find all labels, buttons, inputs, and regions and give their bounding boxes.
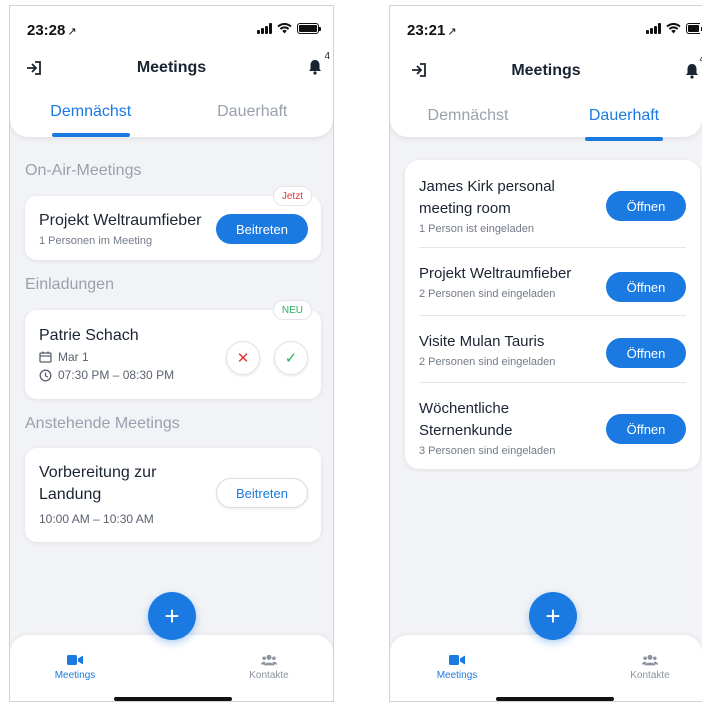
- contacts-icon: [261, 654, 277, 666]
- open-button[interactable]: Öffnen: [606, 191, 686, 221]
- meeting-title: Projekt Weltraumfieber: [39, 212, 202, 229]
- nav-meetings-label: Meetings: [54, 670, 96, 681]
- header-card: 23:21↗ Meetings 4 Demnächst Dauerhaft: [390, 6, 702, 137]
- permanent-rooms-list: James Kirk personal meeting room 1 Perso…: [405, 160, 700, 469]
- nav-contacts[interactable]: Kontakte: [229, 653, 309, 681]
- video-camera-icon: [67, 655, 83, 665]
- signal-icon: [646, 23, 661, 34]
- add-meeting-button[interactable]: +: [529, 592, 577, 640]
- nav-meetings-label: Meetings: [436, 670, 478, 681]
- header-card: 23:28 ↗ Meetings 4 Demnächst Dauerhaft: [10, 6, 333, 137]
- room-item[interactable]: Projekt Weltraumfieber 2 Personen sind e…: [419, 263, 686, 308]
- meeting-participants: 1 Personen im Meeting: [39, 235, 153, 247]
- new-badge: NEU: [272, 300, 312, 320]
- bottom-navigation: + Meetings Kontakte: [390, 592, 702, 701]
- location-arrow-icon: ↗: [67, 26, 77, 38]
- accept-button[interactable]: ✓: [274, 341, 308, 375]
- room-invited-count: 1 Person ist eingeladen: [419, 223, 534, 235]
- invitation-time: 07:30 PM – 08:30 PM: [58, 368, 175, 382]
- divider: [419, 315, 686, 316]
- wifi-icon: [277, 23, 292, 34]
- time-text: 23:21: [407, 22, 446, 39]
- bell-icon[interactable]: [307, 59, 323, 75]
- room-item[interactable]: James Kirk personal meeting room 1 Perso…: [419, 176, 686, 236]
- section-title-invitations: Einladungen: [25, 276, 114, 293]
- decline-button[interactable]: ✕: [226, 341, 260, 375]
- status-bar-time: 23:21 ↗: [407, 22, 457, 39]
- calendar-icon: [39, 351, 52, 363]
- section-title-on-air: On-Air-Meetings: [25, 162, 142, 179]
- add-meeting-button[interactable]: +: [148, 592, 196, 640]
- on-air-meeting-card[interactable]: Jetzt Projekt Weltraumfieber 1 Personen …: [25, 186, 321, 260]
- open-button[interactable]: Öffnen: [606, 272, 686, 302]
- bottom-navigation: + Meetings Kontakte: [10, 592, 333, 701]
- invitation-time-row: 07:30 PM – 08:30 PM: [39, 368, 174, 382]
- status-bar-time: 23:28 ↗: [27, 22, 77, 39]
- upcoming-title-line1: Vorbereitung zur: [39, 464, 157, 481]
- invitation-title: Patrie Schach: [39, 327, 139, 344]
- upcoming-meeting-card[interactable]: Vorbereitung zur Landung 10:00 AM – 10:3…: [25, 448, 321, 542]
- page-title: Meetings: [511, 62, 581, 79]
- tab-demnaechst[interactable]: Demnächst: [390, 107, 546, 141]
- notification-count: 4: [324, 51, 330, 62]
- join-button-outline[interactable]: Beitreten: [216, 478, 308, 508]
- contacts-icon: [642, 654, 658, 666]
- nav-meetings[interactable]: Meetings: [35, 653, 115, 681]
- tab-dauerhaft[interactable]: Dauerhaft: [546, 107, 702, 141]
- open-button[interactable]: Öffnen: [606, 338, 686, 368]
- battery-icon: [297, 23, 321, 34]
- divider: [419, 382, 686, 383]
- invitation-date: Mar 1: [58, 350, 89, 364]
- status-icons: [646, 23, 702, 34]
- nav-contacts-label: Kontakte: [249, 670, 289, 681]
- bell-icon[interactable]: [684, 63, 700, 79]
- tab-bar: Demnächst Dauerhaft: [10, 103, 333, 137]
- now-badge: Jetzt: [272, 186, 312, 206]
- home-indicator: [114, 697, 232, 701]
- upcoming-title-line2: Landung: [39, 486, 102, 503]
- room-item[interactable]: Wöchentliche Sternenkunde 3 Personen sin…: [419, 398, 686, 460]
- phone-screen-upcoming: 23:28 ↗ Meetings 4 Demnächst Dauerhaft On…: [9, 5, 334, 702]
- battery-icon: [686, 23, 702, 34]
- tab-bar: Demnächst Dauerhaft: [390, 107, 702, 141]
- tab-dauerhaft[interactable]: Dauerhaft: [172, 103, 334, 137]
- room-item[interactable]: Visite Mulan Tauris 2 Personen sind eing…: [419, 331, 686, 376]
- divider: [419, 247, 686, 248]
- nav-meetings[interactable]: Meetings: [417, 653, 497, 681]
- open-button[interactable]: Öffnen: [606, 414, 686, 444]
- home-indicator: [496, 697, 614, 701]
- status-icons: [257, 23, 321, 34]
- time-text: 23:28: [27, 22, 66, 39]
- invitation-date-row: Mar 1: [39, 350, 174, 364]
- phone-screen-permanent: 23:21↗ Meetings 4 Demnächst Dauerhaft Ja…: [389, 5, 702, 702]
- section-title-upcoming: Anstehende Meetings: [25, 415, 180, 432]
- nav-contacts[interactable]: Kontakte: [610, 653, 690, 681]
- page-title: Meetings: [136, 59, 207, 76]
- join-button[interactable]: Beitreten: [216, 214, 308, 244]
- tab-demnaechst[interactable]: Demnächst: [10, 103, 172, 137]
- signal-icon: [257, 23, 272, 34]
- wifi-icon: [666, 23, 681, 34]
- invitation-card[interactable]: NEU Patrie Schach Mar 1 07:30 PM – 08:30…: [25, 300, 321, 399]
- upcoming-time: 10:00 AM – 10:30 AM: [39, 512, 154, 526]
- location-arrow-icon: ↗: [447, 26, 457, 38]
- room-invited-count: 3 Personen sind eingeladen: [419, 445, 556, 457]
- clock-icon: [39, 369, 52, 381]
- video-camera-icon: [449, 655, 465, 665]
- nav-contacts-label: Kontakte: [630, 670, 670, 681]
